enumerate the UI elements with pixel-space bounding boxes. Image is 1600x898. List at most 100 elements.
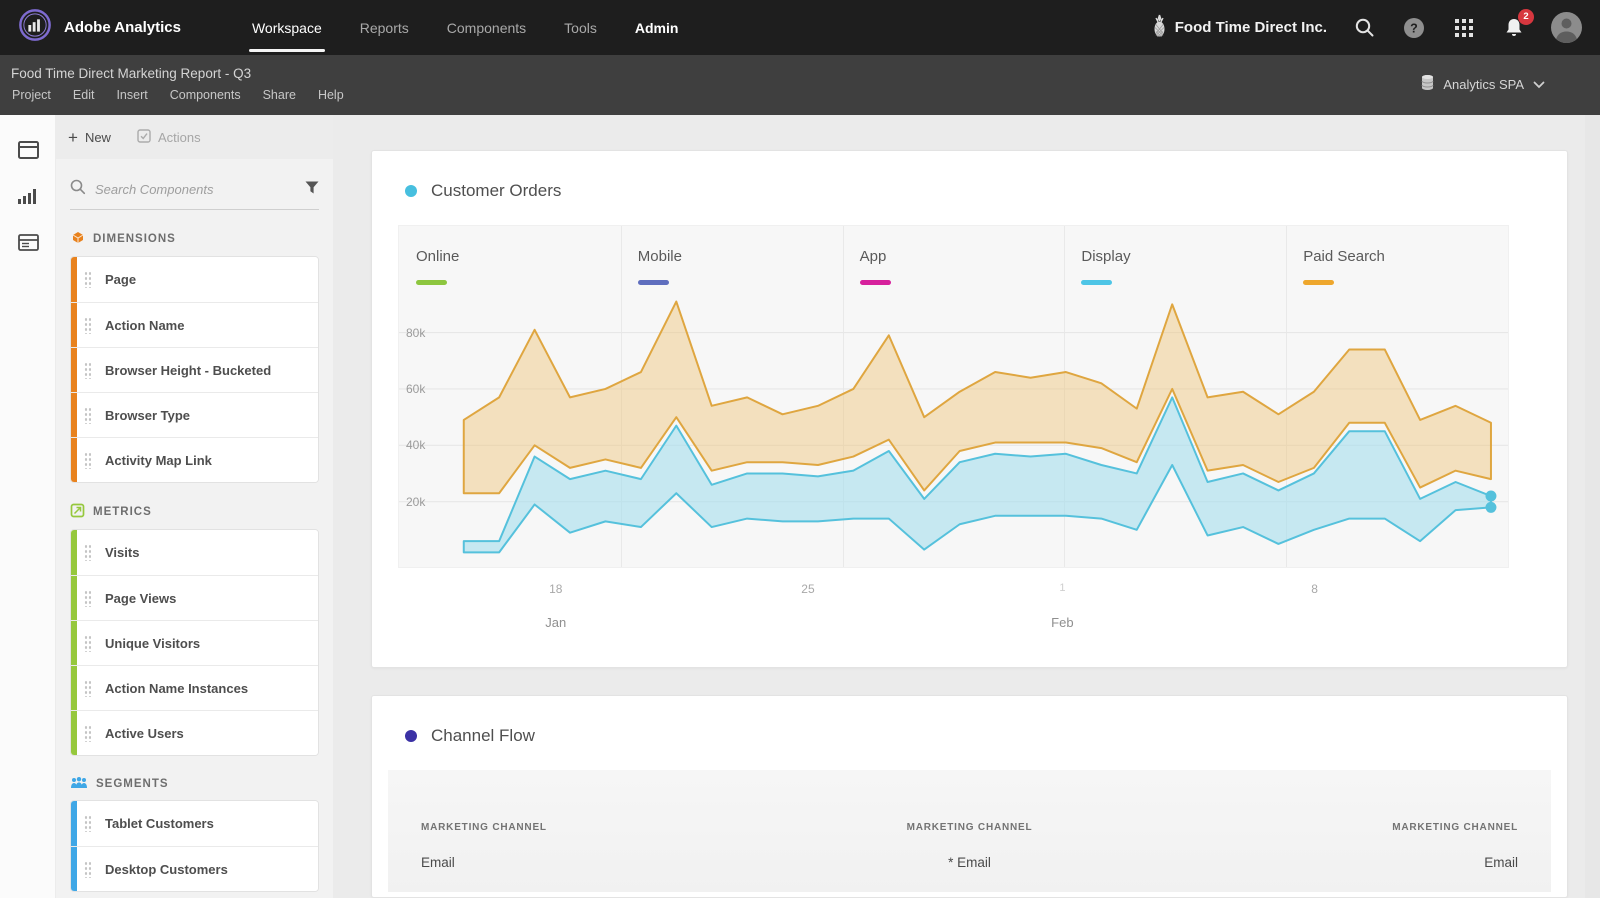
rail-components-table-icon[interactable] bbox=[0, 219, 56, 265]
scrollbar-track[interactable] bbox=[1585, 115, 1600, 898]
segment-item[interactable]: Tablet Customers bbox=[71, 801, 318, 846]
report-suite-name: Analytics SPA bbox=[1443, 76, 1524, 92]
filter-funnel-icon[interactable] bbox=[305, 181, 319, 199]
checkbox-check-icon bbox=[137, 128, 151, 146]
actions-button[interactable]: Actions bbox=[137, 128, 201, 146]
notifications-bell-icon[interactable]: 2 bbox=[1501, 8, 1534, 41]
rail-visualizations-icon[interactable] bbox=[0, 173, 56, 219]
metric-color-rail bbox=[71, 711, 77, 755]
segments-people-icon bbox=[70, 776, 88, 792]
report-suite-selector[interactable]: Analytics SPA bbox=[1421, 74, 1545, 94]
legend-item[interactable]: Mobile bbox=[621, 226, 843, 318]
customer-orders-panel: Customer Orders Online Mobile App Displa… bbox=[371, 150, 1568, 668]
metric-item[interactable]: Page Views bbox=[71, 575, 318, 620]
visualization-dot-icon[interactable] bbox=[405, 730, 417, 742]
app-grid-icon[interactable] bbox=[1451, 15, 1477, 41]
top-nav-item[interactable]: Admin bbox=[616, 0, 698, 55]
y-axis-tick-label: 20k bbox=[406, 494, 426, 509]
help-icon[interactable]: ? bbox=[1401, 15, 1427, 41]
top-nav-item[interactable]: Tools bbox=[545, 0, 616, 55]
flow-channel-value[interactable]: Email bbox=[1152, 855, 1518, 870]
metric-color-rail bbox=[71, 666, 77, 710]
drag-handle[interactable] bbox=[84, 635, 91, 652]
metric-item[interactable]: Visits bbox=[71, 530, 318, 575]
customer-orders-header: Customer Orders bbox=[372, 151, 1567, 201]
drag-handle[interactable] bbox=[84, 362, 91, 379]
metric-color-rail bbox=[71, 621, 77, 665]
rail-panels-icon[interactable] bbox=[0, 127, 56, 173]
flow-column-header: MARKETING CHANNEL bbox=[1392, 822, 1519, 833]
drag-handle[interactable] bbox=[84, 452, 91, 469]
project-menu-item[interactable]: Share bbox=[252, 88, 307, 102]
channel-flow-visualization[interactable]: MARKETING CHANNEL Email MARKETING CHANNE… bbox=[388, 770, 1551, 892]
segments-list: Tablet Customers Desktop Customers bbox=[70, 800, 319, 892]
new-component-button[interactable]: + New bbox=[68, 129, 111, 146]
dimensions-list: Page Action Name Browser Height - Bucket… bbox=[70, 256, 319, 483]
plus-icon: + bbox=[68, 127, 78, 147]
project-menu-item[interactable]: Edit bbox=[62, 88, 106, 102]
metric-item[interactable]: Action Name Instances bbox=[71, 665, 318, 710]
dimension-item[interactable]: Action Name bbox=[71, 302, 318, 347]
y-axis-tick-label: 40k bbox=[406, 438, 426, 453]
user-avatar[interactable] bbox=[1551, 12, 1582, 43]
search-components-input[interactable] bbox=[95, 182, 296, 197]
legend-color-swatch bbox=[859, 280, 891, 285]
sidebar-toolbar: + New Actions bbox=[56, 115, 333, 159]
notification-badge: 2 bbox=[1518, 8, 1534, 25]
metric-item[interactable]: Active Users bbox=[71, 710, 318, 755]
dimension-item[interactable]: Browser Type bbox=[71, 392, 318, 437]
flow-channel-value[interactable]: Email bbox=[421, 855, 787, 870]
visualization-dot-icon[interactable] bbox=[405, 185, 417, 197]
dimension-item[interactable]: Activity Map Link bbox=[71, 437, 318, 482]
segment-color-rail bbox=[71, 847, 77, 891]
dimensions-section-header[interactable]: DIMENSIONS bbox=[70, 230, 319, 248]
channel-flow-header: Channel Flow bbox=[372, 696, 1567, 746]
flow-column-header: MARKETING CHANNEL bbox=[421, 822, 547, 833]
drag-handle[interactable] bbox=[84, 317, 91, 334]
metric-color-rail bbox=[71, 530, 77, 575]
dimension-item[interactable]: Page bbox=[71, 257, 318, 302]
legend-item[interactable]: Online bbox=[399, 226, 621, 318]
legend-item[interactable]: App bbox=[843, 226, 1065, 318]
dimension-item[interactable]: Browser Height - Bucketed bbox=[71, 347, 318, 392]
topbar-right: Food Time Direct Inc. ? 2 bbox=[1152, 8, 1582, 43]
metric-color-rail bbox=[71, 576, 77, 620]
flow-channel-value[interactable]: * Email bbox=[787, 855, 1153, 870]
metrics-list: Visits Page Views Unique Visitors Action… bbox=[70, 529, 319, 756]
segment-item[interactable]: Desktop Customers bbox=[71, 846, 318, 891]
x-axis-tick-label: 18 bbox=[549, 582, 563, 596]
search-icon[interactable] bbox=[1351, 15, 1377, 41]
x-axis-tick-label: 1 bbox=[1059, 582, 1066, 594]
drag-handle[interactable] bbox=[84, 590, 91, 607]
drag-handle[interactable] bbox=[84, 407, 91, 424]
drag-handle[interactable] bbox=[84, 271, 91, 288]
brand: Adobe Analytics bbox=[18, 8, 181, 47]
project-menu-item[interactable]: Project bbox=[1, 88, 62, 102]
drag-handle[interactable] bbox=[84, 680, 91, 697]
dimension-color-rail bbox=[71, 303, 77, 347]
top-nav-item[interactable]: Reports bbox=[341, 0, 428, 55]
legend-item[interactable]: Paid Search bbox=[1286, 226, 1508, 318]
primary-nav: Workspace Reports Components Tools Admin bbox=[233, 0, 697, 55]
top-nav-item[interactable]: Workspace bbox=[233, 0, 341, 55]
project-menu-item[interactable]: Components bbox=[159, 88, 252, 102]
top-nav-item[interactable]: Components bbox=[428, 0, 545, 55]
legend-color-swatch bbox=[1081, 280, 1113, 285]
drag-handle[interactable] bbox=[84, 815, 91, 832]
workspace-canvas: Customer Orders Online Mobile App Displa… bbox=[333, 115, 1600, 898]
dimension-color-rail bbox=[71, 438, 77, 482]
company-switcher[interactable]: Food Time Direct Inc. bbox=[1152, 14, 1327, 42]
project-menu-item[interactable]: Insert bbox=[105, 88, 158, 102]
database-icon bbox=[1421, 74, 1434, 94]
adobe-analytics-logo-icon bbox=[18, 8, 52, 47]
customer-orders-chart[interactable]: Online Mobile App Display Paid Search 80… bbox=[398, 225, 1509, 568]
drag-handle[interactable] bbox=[84, 725, 91, 742]
x-axis-tick-label: 8 bbox=[1311, 582, 1318, 596]
metric-item[interactable]: Unique Visitors bbox=[71, 620, 318, 665]
segments-section-header[interactable]: SEGMENTS bbox=[70, 776, 319, 792]
project-menu-item[interactable]: Help bbox=[307, 88, 355, 102]
drag-handle[interactable] bbox=[84, 544, 91, 561]
drag-handle[interactable] bbox=[84, 861, 91, 878]
legend-item[interactable]: Display bbox=[1064, 226, 1286, 318]
metrics-section-header[interactable]: METRICS bbox=[70, 503, 319, 521]
